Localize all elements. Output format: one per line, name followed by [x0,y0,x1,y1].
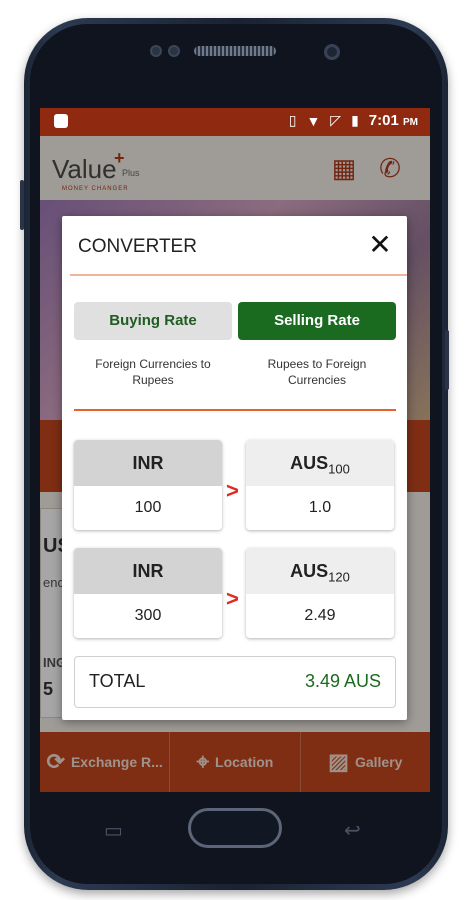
selling-rate-button[interactable]: Selling Rate [238,302,396,340]
device-frame: ▯ ▼ ◸ ▮ 7:01 PM Value + Plus MONEY CHANG… [0,0,469,900]
target-currency-code: AUS120 [246,548,394,594]
converted-amount: 2.49 [304,607,336,624]
sensor-icon [168,45,180,57]
status-time: 7:01 PM [368,112,418,129]
source-currency-box[interactable]: INR 100 [74,440,222,530]
divider [74,409,396,411]
buying-rate-button[interactable]: Buying Rate [74,302,232,340]
back-icon[interactable]: ↩ [344,818,361,843]
source-amount[interactable]: 300 [74,594,222,638]
buying-rate-description: Foreign Currencies to Rupees [95,357,211,387]
front-camera-icon [324,44,340,60]
home-button[interactable] [188,808,282,848]
total-value: 3.49 AUS [304,671,381,691]
source-currency-code: INR [74,440,222,486]
converted-amount: 1.0 [308,499,332,516]
divider [70,274,407,276]
status-bar: ▯ ▼ ◸ ▮ 7:01 PM [40,108,430,136]
converter-dialog: CONVERTER ✕ Buying Rate Selling Rate For… [62,216,407,720]
app-notification-icon [54,114,68,128]
target-currency-code: AUS100 [246,440,394,486]
total-box: TOTAL 3.49 AUS [74,656,396,708]
vibrate-icon: ▯ [288,112,297,128]
source-amount[interactable]: 100 [74,486,222,530]
battery-icon: ▮ [351,112,359,128]
earpiece-speaker [194,46,276,56]
convert-arrow-icon: > [226,586,239,611]
target-currency-box[interactable]: AUS100 1.0 [246,440,394,530]
convert-arrow-icon: > [226,478,239,503]
source-currency-box[interactable]: INR 300 [74,548,222,638]
selling-rate-description: Rupees to Foreign Currencies [267,357,367,387]
target-currency-box[interactable]: AUS120 2.49 [246,548,394,638]
sensor-icon [150,45,162,57]
power-button [445,330,449,390]
volume-button [20,180,24,230]
wifi-icon: ▼ [306,112,321,129]
no-signal-icon: ◸ [330,112,342,128]
recent-apps-icon[interactable]: ▭ [104,818,123,843]
dialog-title: CONVERTER [78,236,197,257]
total-label: TOTAL [89,671,146,691]
source-currency-code: INR [74,548,222,594]
close-icon[interactable]: ✕ [365,230,395,260]
